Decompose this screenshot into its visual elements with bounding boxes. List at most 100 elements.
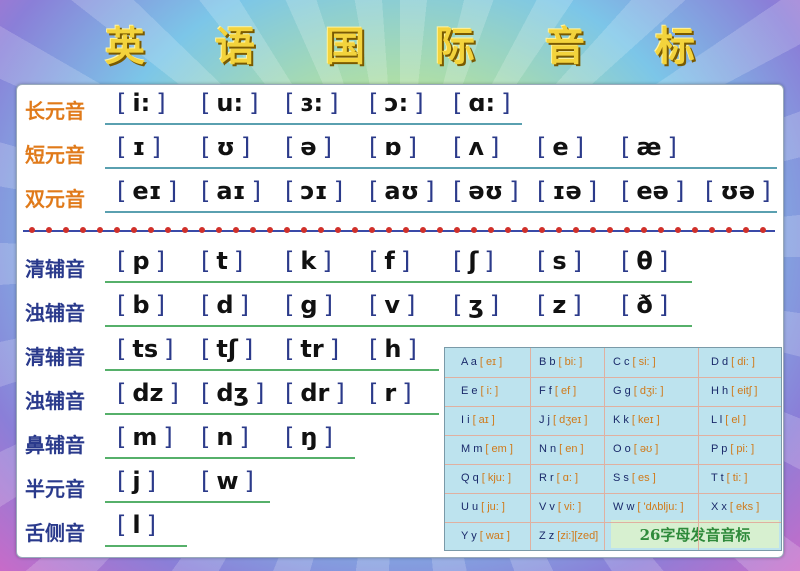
divider-dot bbox=[641, 227, 647, 233]
divider-dot bbox=[386, 227, 392, 233]
alphabet-cell: T t[ ti: ] bbox=[711, 472, 748, 484]
phoneme-symbol: [ɔ:] bbox=[369, 89, 424, 117]
divider-dot bbox=[726, 227, 732, 233]
row-underline bbox=[105, 545, 187, 547]
phoneme-symbol: [ŋ] bbox=[285, 423, 333, 451]
title-char: 音 bbox=[545, 24, 585, 70]
divider-dot bbox=[335, 227, 341, 233]
alphabet-cell: Y y[ waɪ ] bbox=[461, 530, 510, 542]
divider-dot bbox=[114, 227, 120, 233]
title-char: 国 bbox=[325, 24, 365, 70]
phoneme-symbol: [aʊ] bbox=[369, 177, 435, 205]
phoneme-symbol: [aɪ] bbox=[201, 177, 262, 205]
row-underline bbox=[105, 325, 692, 327]
phoneme-symbol: [k] bbox=[285, 247, 332, 275]
phoneme-symbol: [z] bbox=[537, 291, 582, 319]
grid-line bbox=[530, 348, 531, 550]
alphabet-cell: S s[ es ] bbox=[613, 472, 656, 484]
phoneme-symbol: [m] bbox=[117, 423, 173, 451]
divider-dot bbox=[267, 227, 273, 233]
divider-dot bbox=[709, 227, 715, 233]
divider-dot bbox=[522, 227, 528, 233]
divider-dot bbox=[199, 227, 205, 233]
phoneme-symbol: [ə] bbox=[285, 133, 333, 161]
phoneme-symbol: [p] bbox=[117, 247, 165, 275]
phoneme-symbol: [dʒ] bbox=[201, 379, 265, 407]
title-char: 际 bbox=[435, 24, 475, 70]
alphabet-cell: L l[ el ] bbox=[711, 414, 747, 426]
alphabet-cell: A a[ eɪ ] bbox=[461, 356, 503, 368]
alphabet-cell: H h[ eitʃ ] bbox=[711, 385, 758, 397]
phoneme-symbol: [h] bbox=[369, 335, 417, 363]
alphabet-cell: F f[ ef ] bbox=[539, 385, 577, 397]
row-label: 短元音 bbox=[25, 143, 85, 167]
phoneme-row: 浊辅音 [b] [d] [g] [v] [ʒ] [z] [ð] bbox=[17, 291, 783, 331]
title-char: 语 bbox=[215, 24, 255, 70]
row-label: 浊辅音 bbox=[25, 389, 85, 413]
alphabet-cell: D d[ di: ] bbox=[711, 356, 755, 368]
divider-dot bbox=[573, 227, 579, 233]
phoneme-symbol: [θ] bbox=[621, 247, 669, 275]
row-underline bbox=[105, 167, 777, 169]
alphabet-cell: Q q[ kju: ] bbox=[461, 472, 512, 484]
divider-dot bbox=[539, 227, 545, 233]
grid-line bbox=[604, 348, 605, 550]
phoneme-symbol: [eə] bbox=[621, 177, 685, 205]
alphabet-cell: X x[ eks ] bbox=[711, 501, 760, 513]
phoneme-symbol: [ɜ:] bbox=[285, 89, 339, 117]
phoneme-symbol: [ɒ] bbox=[369, 133, 417, 161]
divider-dot bbox=[488, 227, 494, 233]
divider-dot bbox=[250, 227, 256, 233]
alphabet-cell: P p[ pi: ] bbox=[711, 443, 755, 455]
divider-dot bbox=[692, 227, 698, 233]
phoneme-row: 双元音 [eɪ] [aɪ] [ɔɪ] [aʊ] [əʊ] [ɪə] [eə] [ʊə] bbox=[17, 177, 783, 217]
divider-dot bbox=[233, 227, 239, 233]
alphabet-cell: U u[ ju: ] bbox=[461, 501, 505, 513]
alphabet-cell: J j[ dʒeɪ ] bbox=[539, 414, 588, 426]
divider-dot bbox=[743, 227, 749, 233]
phoneme-symbol: [e] bbox=[537, 133, 585, 161]
alphabet-cell: I i[ aɪ ] bbox=[461, 414, 495, 426]
phoneme-symbol: [b] bbox=[117, 291, 165, 319]
alphabet-table-title: 26字母发音音标 bbox=[611, 520, 779, 548]
divider-dot bbox=[403, 227, 409, 233]
row-underline bbox=[105, 123, 522, 125]
phoneme-symbol: [j] bbox=[117, 467, 156, 495]
divider-dot bbox=[284, 227, 290, 233]
phoneme-symbol: [g] bbox=[285, 291, 333, 319]
section-divider bbox=[23, 227, 775, 233]
phoneme-symbol: [dz] bbox=[117, 379, 179, 407]
phoneme-symbol: [r] bbox=[369, 379, 412, 407]
row-label: 双元音 bbox=[25, 187, 85, 211]
divider-dot bbox=[182, 227, 188, 233]
row-underline bbox=[105, 211, 777, 213]
divider-dot bbox=[454, 227, 460, 233]
phoneme-row: 清辅音 [p] [t] [k] [f] [ʃ] [s] [θ] bbox=[17, 247, 783, 287]
alphabet-cell: E e[ i: ] bbox=[461, 385, 499, 397]
alphabet-cell: M m[ em ] bbox=[461, 443, 513, 455]
divider-dot bbox=[29, 227, 35, 233]
row-label: 浊辅音 bbox=[25, 301, 85, 325]
phoneme-symbol: [ʒ] bbox=[453, 291, 500, 319]
phoneme-row: 长元音 [i:] [u:] [ɜ:] [ɔ:] [ɑ:] bbox=[17, 89, 783, 129]
divider-dot bbox=[505, 227, 511, 233]
row-label: 鼻辅音 bbox=[25, 433, 85, 457]
divider-dot bbox=[318, 227, 324, 233]
phoneme-symbol: [eɪ] bbox=[117, 177, 178, 205]
row-underline bbox=[105, 413, 439, 415]
divider-dot bbox=[216, 227, 222, 233]
phoneme-symbol: [dr] bbox=[285, 379, 345, 407]
phoneme-symbol: [v] bbox=[369, 291, 416, 319]
divider-dot bbox=[607, 227, 613, 233]
divider-dot bbox=[97, 227, 103, 233]
title-char: 标 bbox=[655, 24, 695, 70]
phoneme-symbol: [s] bbox=[537, 247, 583, 275]
row-label: 清辅音 bbox=[25, 257, 85, 281]
alphabet-cell: W w[ 'dʌblju: ] bbox=[613, 501, 684, 513]
phoneme-row: 短元音 [ɪ] [ʊ] [ə] [ɒ] [ʌ] [e] [æ] bbox=[17, 133, 783, 173]
row-label: 半元音 bbox=[25, 477, 85, 501]
divider-dot bbox=[658, 227, 664, 233]
phoneme-symbol: [ɪə] bbox=[537, 177, 598, 205]
divider-dot bbox=[80, 227, 86, 233]
alphabet-table: 26字母发音音标 A a[ eɪ ] B b[ bi: ] C c[ si: ] D … bbox=[444, 347, 782, 551]
